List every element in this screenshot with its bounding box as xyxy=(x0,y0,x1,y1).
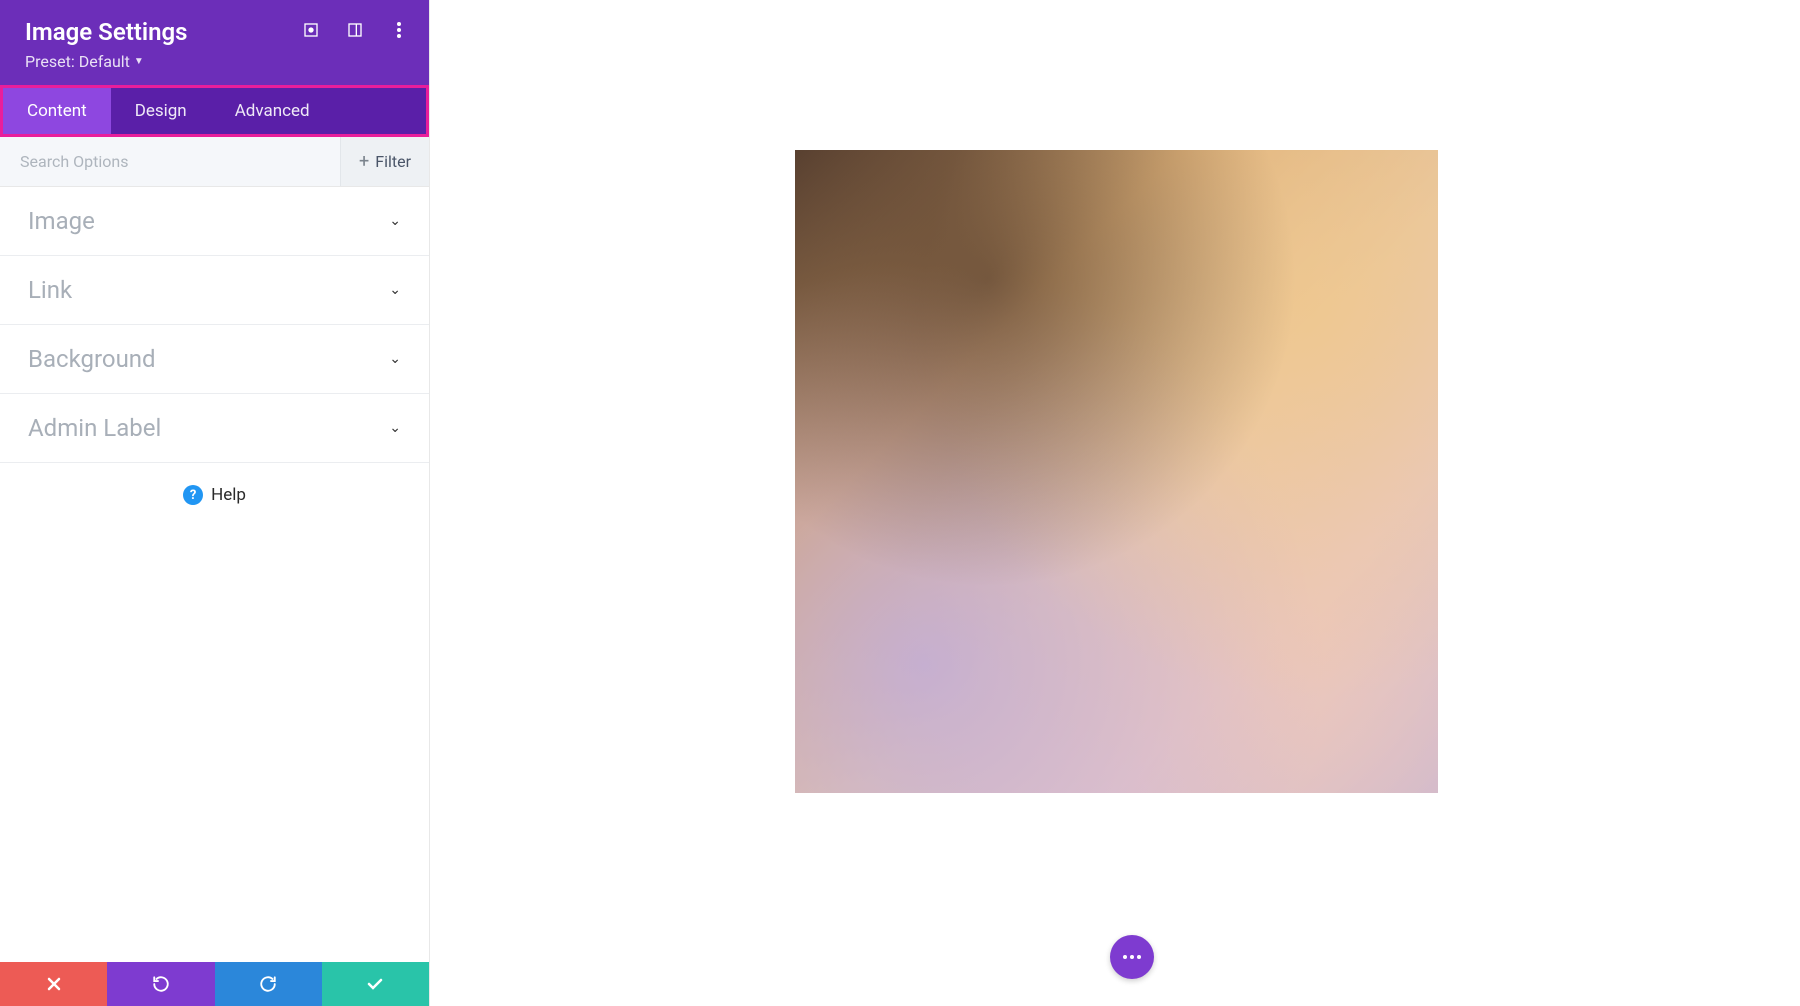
preset-selector[interactable]: Preset: Default ▼ xyxy=(25,52,144,85)
panel-toggle-icon[interactable] xyxy=(345,20,365,40)
chevron-down-icon: ⌄ xyxy=(389,282,401,298)
chevron-down-icon: ⌄ xyxy=(389,351,401,367)
more-options-icon[interactable] xyxy=(389,20,409,40)
help-label: Help xyxy=(211,485,246,505)
settings-sidebar: Image Settings Preset: Default ▼ Content… xyxy=(0,0,430,1006)
accordion: Image ⌄ Link ⌄ Background ⌄ Admin Label … xyxy=(0,187,429,962)
filter-label: Filter xyxy=(375,152,411,171)
tab-advanced[interactable]: Advanced xyxy=(211,88,334,134)
redo-button[interactable] xyxy=(215,962,322,1006)
section-label: Image xyxy=(28,207,95,235)
filter-button[interactable]: + Filter xyxy=(340,137,429,186)
tabs-container: Content Design Advanced xyxy=(3,88,426,134)
section-link[interactable]: Link ⌄ xyxy=(0,256,429,325)
tabs-highlight-border: Content Design Advanced xyxy=(0,85,429,137)
header-icons xyxy=(301,20,409,40)
section-label: Admin Label xyxy=(28,414,161,442)
tab-content[interactable]: Content xyxy=(3,88,111,134)
search-row: + Filter xyxy=(0,137,429,187)
search-input[interactable] xyxy=(0,137,340,186)
sidebar-header: Image Settings Preset: Default ▼ xyxy=(0,0,429,85)
preview-canvas xyxy=(430,0,1800,1006)
help-icon: ? xyxy=(183,485,203,505)
undo-button[interactable] xyxy=(107,962,214,1006)
chevron-down-icon: ⌄ xyxy=(389,420,401,436)
help-button[interactable]: ? Help xyxy=(0,463,429,527)
plus-icon: + xyxy=(359,151,369,172)
preview-image[interactable] xyxy=(795,150,1438,793)
preset-value: Default xyxy=(79,52,130,71)
section-label: Link xyxy=(28,276,72,304)
chevron-down-icon: ⌄ xyxy=(389,213,401,229)
save-button[interactable] xyxy=(322,962,429,1006)
caret-down-icon: ▼ xyxy=(134,56,144,67)
tab-design[interactable]: Design xyxy=(111,88,211,134)
sidebar-footer xyxy=(0,962,429,1006)
preset-prefix: Preset: xyxy=(25,52,75,71)
section-admin-label[interactable]: Admin Label ⌄ xyxy=(0,394,429,463)
cancel-button[interactable] xyxy=(0,962,107,1006)
section-label: Background xyxy=(28,345,156,373)
section-image[interactable]: Image ⌄ xyxy=(0,187,429,256)
more-icon xyxy=(1123,955,1141,959)
focus-mode-icon[interactable] xyxy=(301,20,321,40)
section-background[interactable]: Background ⌄ xyxy=(0,325,429,394)
page-actions-fab[interactable] xyxy=(1110,935,1154,979)
